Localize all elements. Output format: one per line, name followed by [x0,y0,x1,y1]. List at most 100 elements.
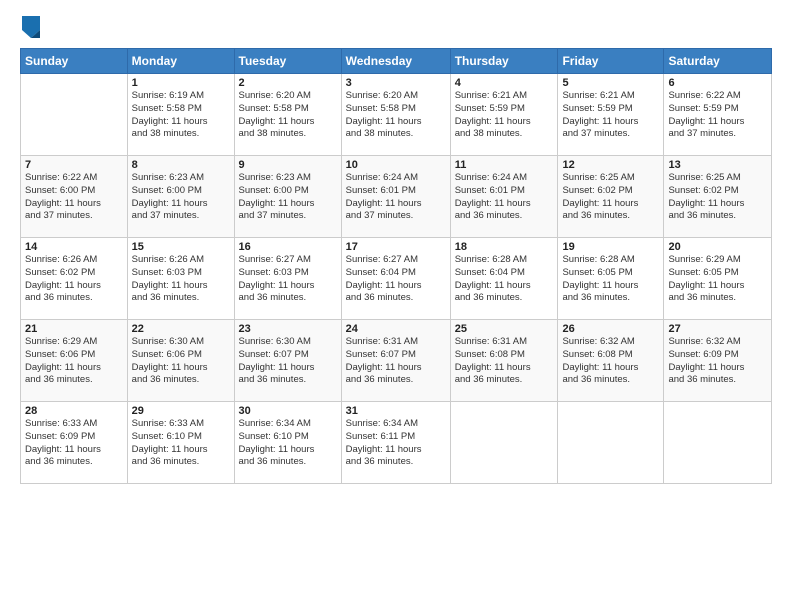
header-row: SundayMondayTuesdayWednesdayThursdayFrid… [21,49,772,74]
day-number: 21 [25,323,123,335]
day-cell: 21Sunrise: 6:29 AMSunset: 6:06 PMDayligh… [21,320,128,402]
day-info: Sunrise: 6:20 AMSunset: 5:58 PMDaylight:… [239,90,337,141]
week-row-3: 14Sunrise: 6:26 AMSunset: 6:02 PMDayligh… [21,238,772,320]
day-number: 12 [562,159,659,171]
day-cell: 16Sunrise: 6:27 AMSunset: 6:03 PMDayligh… [234,238,341,320]
logo [20,16,40,38]
day-number: 5 [562,77,659,89]
day-cell: 26Sunrise: 6:32 AMSunset: 6:08 PMDayligh… [558,320,664,402]
day-cell: 15Sunrise: 6:26 AMSunset: 6:03 PMDayligh… [127,238,234,320]
day-number: 8 [132,159,230,171]
col-header-wednesday: Wednesday [341,49,450,74]
col-header-monday: Monday [127,49,234,74]
day-cell: 17Sunrise: 6:27 AMSunset: 6:04 PMDayligh… [341,238,450,320]
day-info: Sunrise: 6:23 AMSunset: 6:00 PMDaylight:… [132,172,230,223]
day-info: Sunrise: 6:31 AMSunset: 6:08 PMDaylight:… [455,336,554,387]
day-cell: 3Sunrise: 6:20 AMSunset: 5:58 PMDaylight… [341,74,450,156]
day-cell: 13Sunrise: 6:25 AMSunset: 6:02 PMDayligh… [664,156,772,238]
day-info: Sunrise: 6:32 AMSunset: 6:08 PMDaylight:… [562,336,659,387]
day-number: 4 [455,77,554,89]
week-row-1: 1Sunrise: 6:19 AMSunset: 5:58 PMDaylight… [21,74,772,156]
day-cell: 1Sunrise: 6:19 AMSunset: 5:58 PMDaylight… [127,74,234,156]
logo-icon [22,16,40,38]
day-number: 16 [239,241,337,253]
day-info: Sunrise: 6:33 AMSunset: 6:10 PMDaylight:… [132,418,230,469]
day-cell: 19Sunrise: 6:28 AMSunset: 6:05 PMDayligh… [558,238,664,320]
day-info: Sunrise: 6:26 AMSunset: 6:03 PMDaylight:… [132,254,230,305]
day-info: Sunrise: 6:28 AMSunset: 6:05 PMDaylight:… [562,254,659,305]
day-number: 13 [668,159,767,171]
day-cell: 4Sunrise: 6:21 AMSunset: 5:59 PMDaylight… [450,74,558,156]
day-number: 28 [25,405,123,417]
day-number: 19 [562,241,659,253]
col-header-friday: Friday [558,49,664,74]
day-cell: 27Sunrise: 6:32 AMSunset: 6:09 PMDayligh… [664,320,772,402]
day-cell: 14Sunrise: 6:26 AMSunset: 6:02 PMDayligh… [21,238,128,320]
day-info: Sunrise: 6:32 AMSunset: 6:09 PMDaylight:… [668,336,767,387]
col-header-tuesday: Tuesday [234,49,341,74]
day-cell: 12Sunrise: 6:25 AMSunset: 6:02 PMDayligh… [558,156,664,238]
day-number: 7 [25,159,123,171]
day-info: Sunrise: 6:24 AMSunset: 6:01 PMDaylight:… [346,172,446,223]
week-row-2: 7Sunrise: 6:22 AMSunset: 6:00 PMDaylight… [21,156,772,238]
day-cell [450,402,558,484]
day-number: 27 [668,323,767,335]
day-number: 6 [668,77,767,89]
day-info: Sunrise: 6:20 AMSunset: 5:58 PMDaylight:… [346,90,446,141]
day-cell: 30Sunrise: 6:34 AMSunset: 6:10 PMDayligh… [234,402,341,484]
day-cell [558,402,664,484]
day-number: 15 [132,241,230,253]
day-info: Sunrise: 6:21 AMSunset: 5:59 PMDaylight:… [562,90,659,141]
day-cell: 6Sunrise: 6:22 AMSunset: 5:59 PMDaylight… [664,74,772,156]
col-header-saturday: Saturday [664,49,772,74]
day-number: 30 [239,405,337,417]
col-header-sunday: Sunday [21,49,128,74]
day-cell: 8Sunrise: 6:23 AMSunset: 6:00 PMDaylight… [127,156,234,238]
day-cell: 2Sunrise: 6:20 AMSunset: 5:58 PMDaylight… [234,74,341,156]
day-number: 3 [346,77,446,89]
day-cell [21,74,128,156]
page: SundayMondayTuesdayWednesdayThursdayFrid… [0,0,792,612]
day-number: 24 [346,323,446,335]
day-cell: 9Sunrise: 6:23 AMSunset: 6:00 PMDaylight… [234,156,341,238]
day-info: Sunrise: 6:30 AMSunset: 6:07 PMDaylight:… [239,336,337,387]
day-cell: 10Sunrise: 6:24 AMSunset: 6:01 PMDayligh… [341,156,450,238]
day-cell: 31Sunrise: 6:34 AMSunset: 6:11 PMDayligh… [341,402,450,484]
day-info: Sunrise: 6:22 AMSunset: 6:00 PMDaylight:… [25,172,123,223]
day-cell: 29Sunrise: 6:33 AMSunset: 6:10 PMDayligh… [127,402,234,484]
day-cell: 20Sunrise: 6:29 AMSunset: 6:05 PMDayligh… [664,238,772,320]
day-number: 14 [25,241,123,253]
day-info: Sunrise: 6:22 AMSunset: 5:59 PMDaylight:… [668,90,767,141]
day-number: 23 [239,323,337,335]
day-number: 20 [668,241,767,253]
day-number: 10 [346,159,446,171]
day-cell: 22Sunrise: 6:30 AMSunset: 6:06 PMDayligh… [127,320,234,402]
day-number: 9 [239,159,337,171]
header [20,16,772,38]
day-cell [664,402,772,484]
day-cell: 11Sunrise: 6:24 AMSunset: 6:01 PMDayligh… [450,156,558,238]
day-info: Sunrise: 6:21 AMSunset: 5:59 PMDaylight:… [455,90,554,141]
day-number: 31 [346,405,446,417]
day-number: 11 [455,159,554,171]
day-info: Sunrise: 6:34 AMSunset: 6:10 PMDaylight:… [239,418,337,469]
day-number: 25 [455,323,554,335]
day-cell: 24Sunrise: 6:31 AMSunset: 6:07 PMDayligh… [341,320,450,402]
day-cell: 18Sunrise: 6:28 AMSunset: 6:04 PMDayligh… [450,238,558,320]
day-info: Sunrise: 6:27 AMSunset: 6:04 PMDaylight:… [346,254,446,305]
day-info: Sunrise: 6:25 AMSunset: 6:02 PMDaylight:… [562,172,659,223]
day-info: Sunrise: 6:27 AMSunset: 6:03 PMDaylight:… [239,254,337,305]
day-info: Sunrise: 6:28 AMSunset: 6:04 PMDaylight:… [455,254,554,305]
calendar: SundayMondayTuesdayWednesdayThursdayFrid… [20,48,772,484]
day-info: Sunrise: 6:34 AMSunset: 6:11 PMDaylight:… [346,418,446,469]
day-info: Sunrise: 6:31 AMSunset: 6:07 PMDaylight:… [346,336,446,387]
day-info: Sunrise: 6:30 AMSunset: 6:06 PMDaylight:… [132,336,230,387]
day-info: Sunrise: 6:33 AMSunset: 6:09 PMDaylight:… [25,418,123,469]
week-row-4: 21Sunrise: 6:29 AMSunset: 6:06 PMDayligh… [21,320,772,402]
day-number: 1 [132,77,230,89]
day-cell: 7Sunrise: 6:22 AMSunset: 6:00 PMDaylight… [21,156,128,238]
day-cell: 25Sunrise: 6:31 AMSunset: 6:08 PMDayligh… [450,320,558,402]
day-number: 22 [132,323,230,335]
day-number: 2 [239,77,337,89]
day-number: 17 [346,241,446,253]
